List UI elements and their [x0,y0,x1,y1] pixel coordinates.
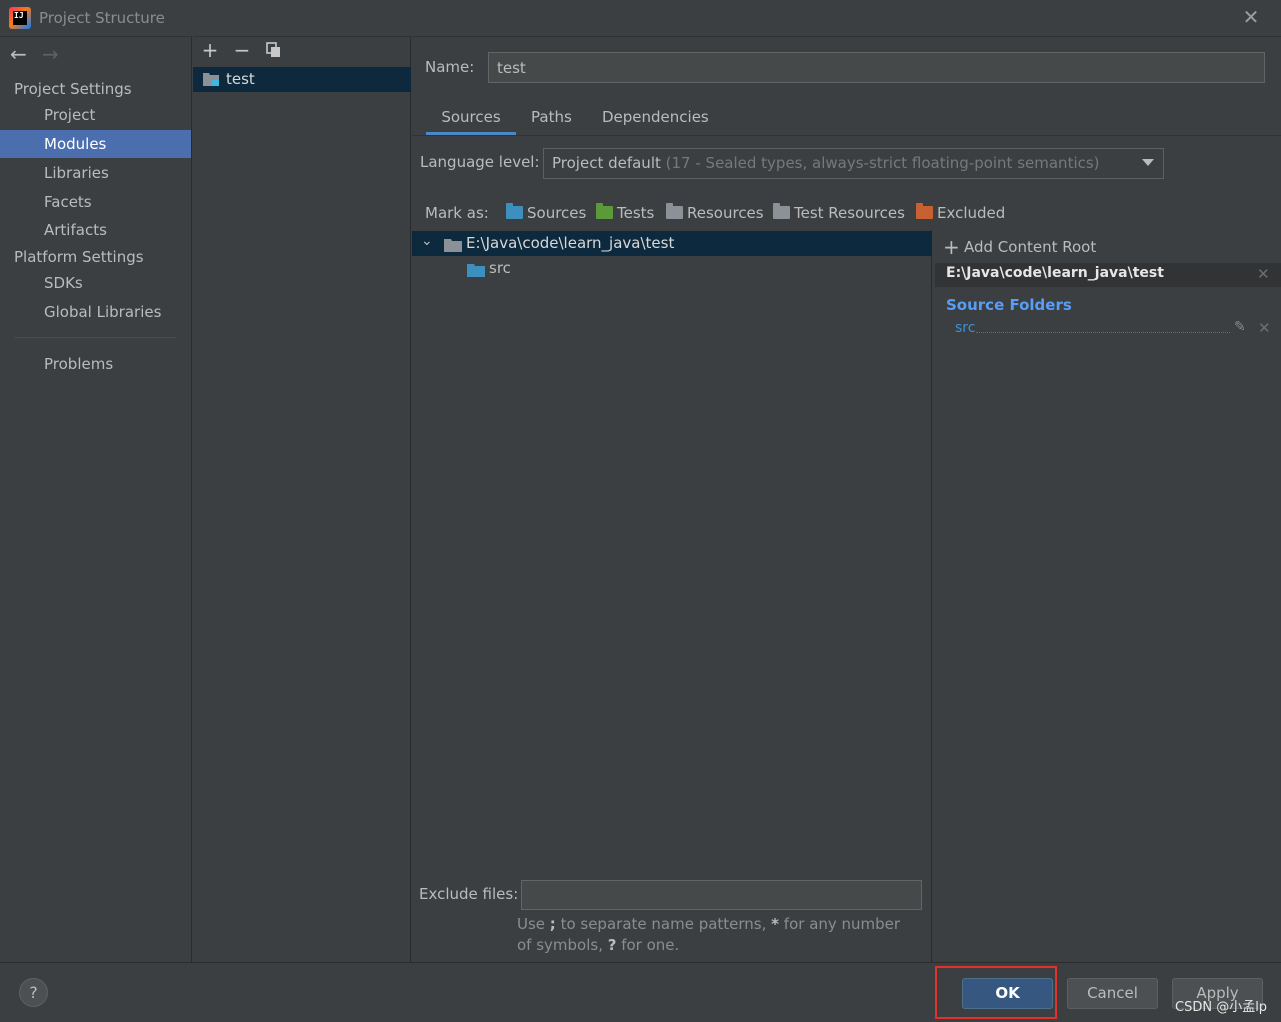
tree-src-label[interactable]: src [489,259,511,277]
close-icon[interactable]: ✕ [1240,6,1262,28]
source-folders-heading: Source Folders [946,296,1072,314]
intellij-app-icon: IJ [9,7,31,29]
sidebar-divider [14,337,176,338]
arrow-right-icon[interactable]: → [42,44,59,64]
chevron-down-icon[interactable]: ⌄ [421,233,433,249]
content-tree [412,230,932,962]
mark-resources-button[interactable]: Resources [666,203,764,222]
sidebar-item-project[interactable]: Project [0,101,191,129]
window-title: Project Structure [39,9,165,27]
minus-icon[interactable]: − [232,40,252,60]
language-level-label: Language level: [420,153,540,171]
close-icon[interactable]: ✕ [1257,265,1270,283]
close-icon[interactable]: ✕ [1258,319,1271,337]
sidebar-item-facets[interactable]: Facets [0,188,191,216]
excluded-folder-icon [916,203,933,219]
tab-dependencies[interactable]: Dependencies [602,108,709,136]
sidebar-item-libraries[interactable]: Libraries [0,159,191,187]
mark-sources-button[interactable]: Sources [506,203,587,222]
add-content-root-button[interactable]: Add Content Root [964,238,1096,256]
chevron-down-icon[interactable] [1142,159,1154,166]
tab-divider [412,135,1281,136]
sidebar-item-global-libraries[interactable]: Global Libraries [0,298,191,326]
exclude-files-field[interactable] [521,880,922,910]
arrow-left-icon[interactable]: ← [10,44,27,64]
mark-resources-label: Resources [687,204,764,222]
source-folder-icon [467,263,485,281]
plus-icon[interactable]: + [943,235,960,259]
sidebar-item-sdks[interactable]: SDKs [0,269,191,297]
module-folder-icon [203,72,219,86]
tab-paths[interactable]: Paths [531,108,572,136]
app-icon-text: IJ [13,11,27,25]
exclude-files-label: Exclude files: [419,885,519,903]
mark-excluded-button[interactable]: Excluded [916,203,1006,222]
source-folder-entry[interactable]: src [955,320,975,336]
cancel-button[interactable]: Cancel [1067,978,1158,1009]
title-bar [0,0,1281,36]
resources-folder-icon [666,203,683,219]
mark-test-resources-label: Test Resources [794,204,905,222]
sidebar-item-problems[interactable]: Problems [0,350,191,378]
mark-excluded-label: Excluded [937,204,1006,222]
exclude-files-hint: Use ; to separate name patterns, * for a… [517,915,901,954]
test-resources-folder-icon [773,203,790,219]
dotted-leader [976,332,1230,333]
language-level-value: Project default [552,154,661,172]
help-button[interactable]: ? [19,978,48,1007]
module-name-field[interactable] [488,52,1265,83]
plus-icon[interactable]: + [200,40,220,60]
sidebar-item-modules[interactable]: Modules [0,130,191,158]
folder-icon [444,238,462,256]
mark-test-resources-button[interactable]: Test Resources [773,203,905,222]
mark-tests-button[interactable]: Tests [596,203,655,222]
mark-sources-label: Sources [527,204,587,222]
tree-root-label: E:\Java\code\learn_java\test [466,234,675,252]
copy-icon[interactable] [266,42,282,58]
name-label: Name: [425,58,475,76]
mark-as-label: Mark as: [425,204,489,222]
module-name-label: test [226,70,255,88]
ok-highlight-box [935,966,1057,1019]
project-settings-header: Project Settings [14,80,132,98]
sources-folder-icon [506,203,523,219]
pencil-icon[interactable]: ✎ [1234,319,1246,335]
language-level-hint: (17 - Sealed types, always-strict floati… [665,154,1100,172]
module-list-panel [193,36,411,962]
mark-tests-label: Tests [617,204,655,222]
sidebar-item-artifacts[interactable]: Artifacts [0,216,191,244]
platform-settings-header: Platform Settings [14,248,144,266]
tests-folder-icon [596,203,613,219]
watermark: CSDN @小孟lp [1175,1000,1268,1015]
language-level-select[interactable]: Project default (17 - Sealed types, alwa… [543,148,1164,179]
content-root-path: E:\Java\code\learn_java\test [946,265,1164,281]
